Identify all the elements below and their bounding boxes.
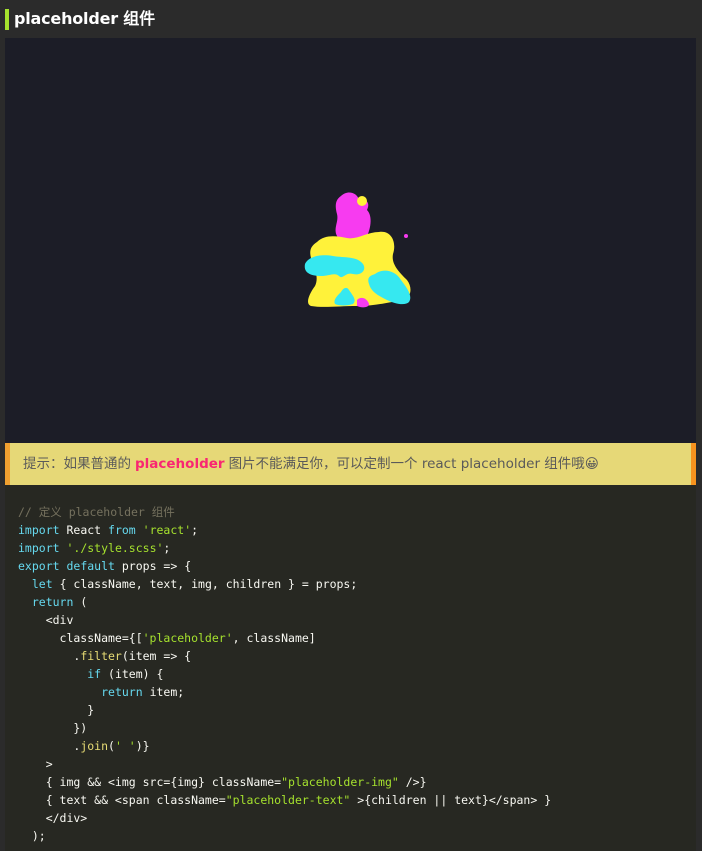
code-token-plain: { className, text, img, children } = pro…	[52, 577, 358, 591]
code-line: { text && <span className="placeholder-t…	[18, 791, 551, 809]
code-line: export default props => {	[18, 557, 551, 575]
right-margin	[696, 38, 702, 851]
code-token-str: "placeholder-text"	[225, 793, 351, 807]
code-token-kw: export	[18, 559, 60, 573]
code-token-plain: })	[18, 721, 88, 735]
code-line: .filter(item => {	[18, 647, 551, 665]
code-token-kw: if	[87, 667, 102, 681]
code-token-plain: )}	[135, 739, 150, 753]
code-token-plain: { img && <img src={img} className=	[18, 775, 282, 789]
code-token-plain: ;	[163, 541, 171, 555]
placeholder-image-preview	[5, 38, 696, 443]
tip-text: 提示：如果普通的 placeholder 图片不能满足你，可以定制一个 react …	[23, 454, 599, 474]
code-token-plain: { text && <span className=	[18, 793, 226, 807]
code-token-kw: import	[18, 541, 60, 555]
code-line: </div>	[18, 809, 551, 827]
code-token-kw: import	[18, 523, 60, 537]
code-token-plain: </div>	[18, 811, 88, 825]
code-token-kw: return	[31, 595, 74, 609]
code-line: <div	[18, 611, 551, 629]
code-token-plain: .	[18, 739, 81, 753]
tip-suffix: 图片不能满足你，可以定制一个 react placeholder 组件哦😀	[228, 456, 599, 472]
tip-keyword: placeholder	[135, 456, 225, 472]
paint-blob-illustration	[304, 192, 411, 308]
code-token-fn: filter	[80, 649, 122, 663]
code-line: );	[18, 827, 551, 845]
code-token-plain: >	[18, 757, 53, 771]
code-token-plain: props => {	[114, 559, 192, 573]
code-token-plain: item;	[142, 685, 185, 699]
code-line: .join(' ')}	[18, 737, 551, 755]
code-token-comment: // 定义 placeholder 组件	[18, 505, 175, 519]
code-line: // 定义 placeholder 组件	[18, 503, 551, 521]
code-line: })	[18, 719, 551, 737]
code-token-plain: }	[18, 703, 95, 717]
code-line: >	[18, 755, 551, 773]
code-line: import './style.scss';	[18, 539, 551, 557]
code-block[interactable]: // 定义 placeholder 组件 import React from 'r…	[5, 485, 696, 851]
code-token-plain: />}	[398, 775, 427, 789]
code-line: return (	[18, 593, 551, 611]
code-token-plain: );	[18, 829, 46, 843]
code-token-str: 'react'	[142, 523, 192, 537]
code-token-kw: default	[66, 559, 115, 573]
title-accent-bar	[5, 9, 9, 30]
section-header: placeholder 组件	[0, 0, 702, 38]
code-token-plain: >{children || text}</span> }	[350, 793, 552, 807]
code-line: return item;	[18, 683, 551, 701]
code-token-kw: let	[31, 577, 53, 591]
code-line: if (item) {	[18, 665, 551, 683]
magenta-dot	[404, 234, 408, 238]
code-token-plain: , className]	[232, 631, 316, 645]
code-line: import React from 'react';	[18, 521, 551, 539]
code-token-plain: (item) {	[101, 667, 164, 681]
code-token-plain: className={[	[18, 631, 143, 645]
code-token-plain: ;	[191, 523, 199, 537]
code-line: className={['placeholder', className]	[18, 629, 551, 647]
code-token-str: "placeholder-img"	[281, 775, 399, 789]
code-token-plain: React	[59, 523, 109, 537]
code-token-plain: (	[108, 739, 115, 753]
code-line: let { className, text, img, children } =…	[18, 575, 551, 593]
code-token-plain: <div	[18, 613, 74, 627]
tip-banner: 提示：如果普通的 placeholder 图片不能满足你，可以定制一个 react …	[5, 443, 696, 485]
yellow-dot	[357, 196, 367, 206]
code-token-plain: (	[73, 595, 88, 609]
tip-prefix: 提示：如果普通的	[23, 456, 131, 472]
code-lines: // 定义 placeholder 组件 import React from 'r…	[18, 503, 551, 845]
code-token-fn: join	[80, 739, 109, 753]
code-token-kw: return	[101, 685, 143, 699]
article-section: placeholder 组件 提示：如果普通的 placeholder 图片不能满足…	[0, 0, 702, 851]
code-token-str: 'placeholder'	[142, 631, 233, 645]
code-token-plain: .	[18, 649, 81, 663]
code-token-plain: (item => {	[121, 649, 192, 663]
code-token-kw: from	[108, 523, 136, 537]
code-token-str: ' '	[114, 739, 136, 753]
code-token-str: './style.scss'	[66, 541, 164, 555]
code-line: { img && <img src={img} className="place…	[18, 773, 551, 791]
cyan-dot	[352, 265, 358, 271]
section-title: placeholder 组件	[14, 9, 155, 28]
code-line: }	[18, 701, 551, 719]
